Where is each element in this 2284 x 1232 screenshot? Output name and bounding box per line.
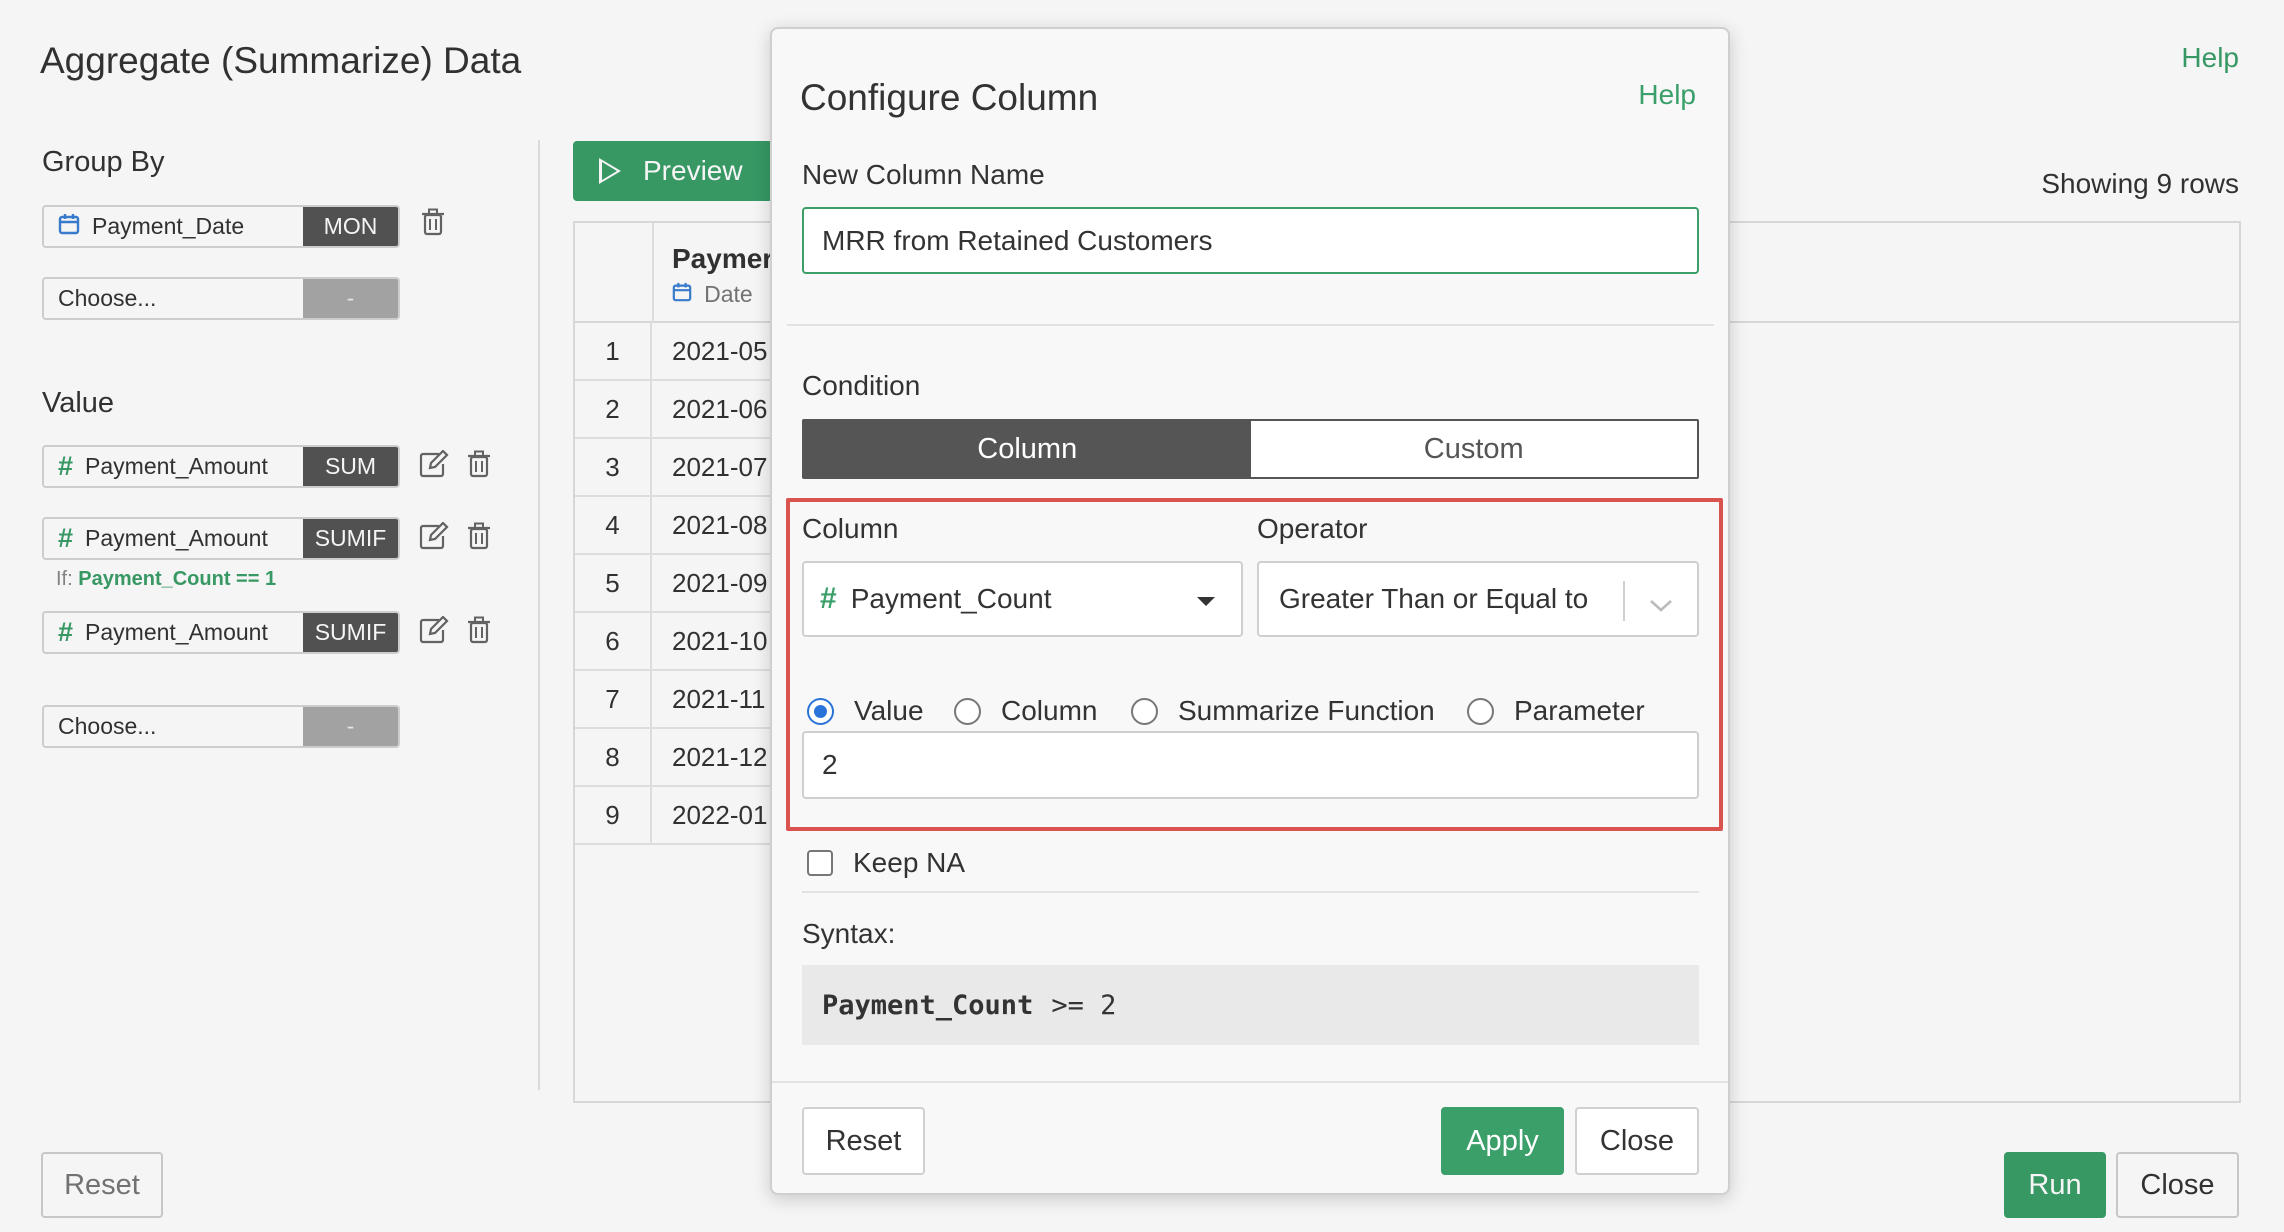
dialog-title: Configure Column [800, 77, 1099, 118]
tab-custom[interactable]: Custom [1250, 421, 1697, 477]
radio-parameter-label: Parameter [1514, 695, 1645, 726]
dialog-reset-button[interactable]: Reset [802, 1107, 925, 1175]
condition-mode-toggle: Column Custom [802, 419, 1699, 479]
syntax-column: Payment_Count [822, 989, 1034, 1021]
column-select[interactable]: # Payment_Count [802, 561, 1243, 637]
new-column-name-input[interactable]: MRR from Retained Customers [802, 207, 1699, 274]
operator-label: Operator [1257, 513, 1368, 544]
syntax-preview: Payment_Count >= 2 [802, 965, 1699, 1045]
operator-select-value: Greater Than or Equal to [1279, 583, 1589, 614]
radio-value-label: Value [854, 695, 924, 726]
condition-label: Condition [802, 370, 921, 401]
caret-down-icon [1197, 597, 1215, 606]
syntax-label: Syntax: [802, 918, 896, 949]
keep-na-box[interactable] [807, 850, 833, 876]
new-column-name-label: New Column Name [802, 159, 1045, 190]
radio-summarize-function-label: Summarize Function [1178, 695, 1435, 726]
column-label: Column [802, 513, 899, 544]
syntax-expression: >= 2 [1051, 989, 1117, 1021]
dialog-close-button[interactable]: Close [1575, 1107, 1699, 1175]
radio-column-label: Column [1001, 695, 1098, 726]
dialog-footer-divider [772, 1081, 1728, 1083]
radio-summarize-function[interactable]: Summarize Function [1131, 695, 1435, 727]
dialog-divider [802, 891, 1699, 893]
configure-column-dialog: Configure Column Help New Column Name MR… [770, 27, 1730, 1195]
chevron-down-icon [1649, 589, 1673, 621]
radio-value[interactable]: Value [807, 695, 924, 727]
radio-parameter[interactable]: Parameter [1467, 695, 1645, 727]
radio-value-button[interactable] [807, 697, 834, 725]
dialog-help-link[interactable]: Help [1638, 79, 1696, 111]
keep-na-label: Keep NA [853, 847, 966, 878]
hash-icon: # [820, 582, 837, 615]
dialog-divider [787, 324, 1714, 326]
radio-summarize-function-button[interactable] [1131, 697, 1158, 725]
tab-column[interactable]: Column [804, 421, 1251, 477]
apply-button[interactable]: Apply [1441, 1107, 1564, 1175]
operator-select[interactable]: Greater Than or Equal to [1257, 561, 1699, 637]
select-separator [1623, 581, 1625, 621]
column-select-value: Payment_Count [850, 583, 1052, 614]
value-input[interactable]: 2 [802, 731, 1699, 799]
radio-column[interactable]: Column [954, 695, 1097, 727]
radio-column-button[interactable] [954, 697, 981, 725]
radio-parameter-button[interactable] [1467, 697, 1494, 725]
keep-na-checkbox[interactable]: Keep NA [807, 847, 965, 879]
